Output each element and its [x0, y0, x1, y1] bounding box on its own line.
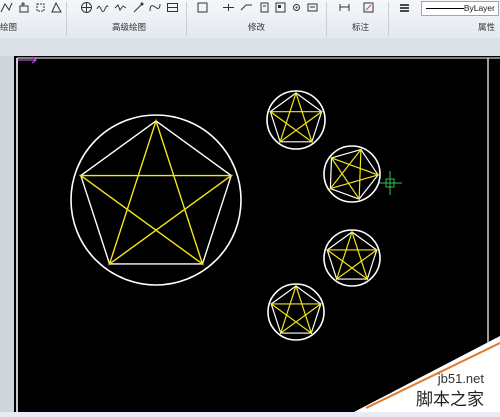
- layout-tool-icon[interactable]: [274, 1, 287, 14]
- polyline-tool-icon[interactable]: [0, 1, 13, 14]
- document-tab-strip: [0, 38, 500, 57]
- copy-tool-icon[interactable]: [258, 1, 271, 14]
- drawing-canvas[interactable]: jb51.net 脚本之家: [14, 56, 500, 412]
- wave-tool-icon[interactable]: [96, 1, 109, 14]
- linetype-value: ByLayer: [463, 3, 495, 13]
- move-tool-icon[interactable]: [196, 1, 209, 14]
- group-label-annotate: 标注: [352, 22, 370, 32]
- shape-large[interactable]: [70, 114, 242, 286]
- trim-tool-icon[interactable]: [222, 1, 235, 14]
- lineweight-icon[interactable]: [398, 1, 411, 14]
- zigzag-tool-icon[interactable]: [114, 1, 127, 14]
- group-label-draw: 绘图: [0, 22, 18, 32]
- ribbon-toolbar: ByLayer 绘图 高级绘图 修改 标注 属性: [0, 0, 500, 39]
- crosshair-cursor: [378, 171, 402, 195]
- gear-tool-icon[interactable]: [290, 1, 303, 14]
- group-label-properties: 属性: [478, 22, 496, 32]
- left-edge-panel: [0, 56, 14, 412]
- array-tool-icon[interactable]: [34, 1, 47, 14]
- table-tool-icon[interactable]: [166, 1, 179, 14]
- erase-tool-icon[interactable]: [306, 1, 319, 14]
- watermark-name: 脚本之家: [416, 390, 484, 410]
- linetype-dropdown[interactable]: ByLayer: [421, 1, 499, 16]
- watermark: jb51.net 脚本之家: [354, 336, 500, 412]
- spline-tool-icon[interactable]: [148, 1, 161, 14]
- shape-small-4[interactable]: [267, 283, 325, 341]
- text-edit-icon[interactable]: [362, 1, 375, 14]
- globe-tool-icon[interactable]: [80, 1, 93, 14]
- pen-tool-icon[interactable]: [132, 1, 145, 14]
- dimension-tool-icon[interactable]: [338, 1, 351, 14]
- extend-tool-icon[interactable]: [240, 1, 253, 14]
- watermark-site: jb51.net: [437, 371, 485, 386]
- shape-small-2[interactable]: [323, 145, 381, 203]
- block-insert-icon[interactable]: [18, 1, 31, 14]
- shape-small-3[interactable]: [323, 229, 381, 287]
- group-label-advanced-draw: 高级绘图: [112, 22, 147, 32]
- hatch-tool-icon[interactable]: [50, 1, 63, 14]
- shape-small-1[interactable]: [266, 90, 326, 150]
- canvas-svg: jb51.net 脚本之家: [16, 56, 500, 412]
- group-label-modify: 修改: [248, 22, 266, 32]
